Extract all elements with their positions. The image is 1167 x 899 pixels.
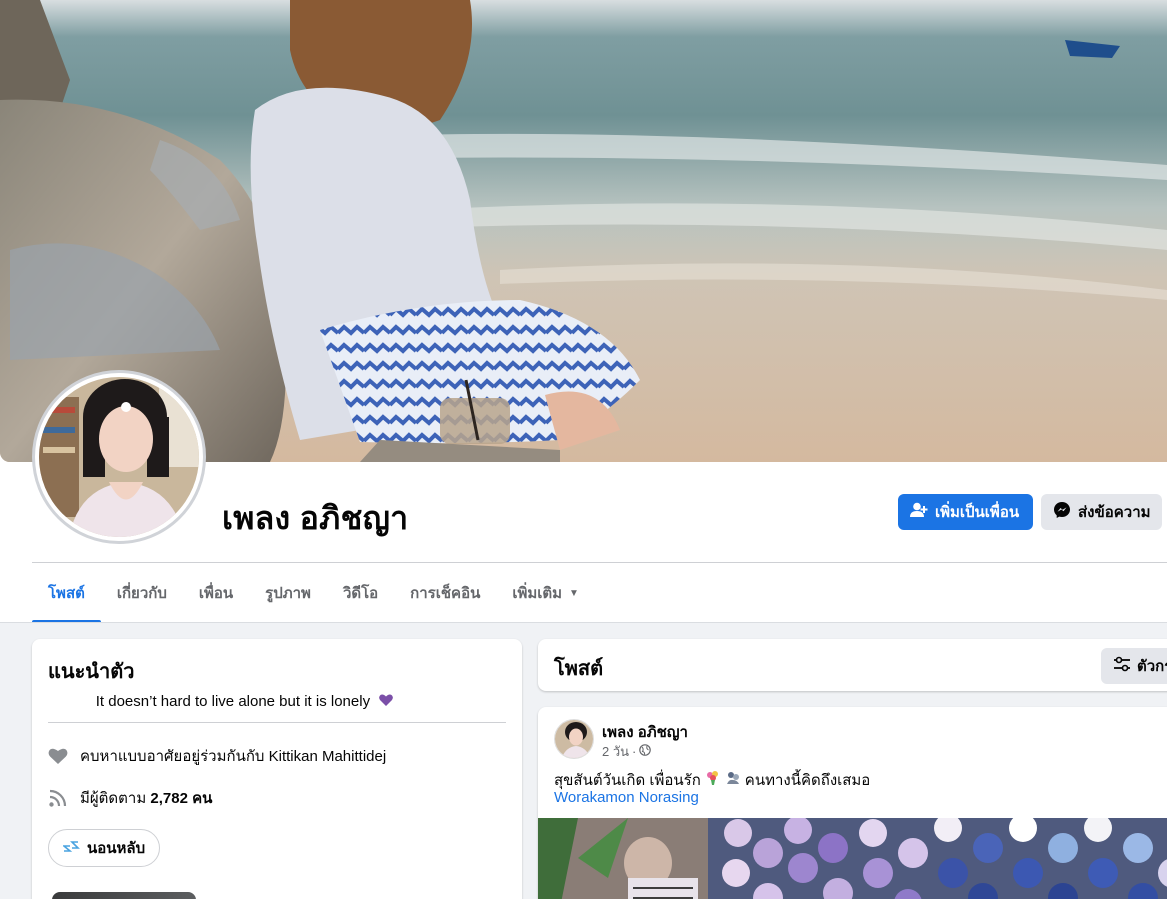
tab-label: เพื่อน [198,585,234,602]
tab-photos[interactable]: รูปภาพ [249,563,327,623]
bouquet-icon [705,770,721,790]
followers-prefix: มีผู้ติดตาม [80,790,147,807]
intro-bio: It doesn’t hard to live alone but it is … [16,692,474,712]
post-time[interactable]: 2 วัน [602,741,629,762]
followers-row: มีผู้ติดตาม 2,782 คน [48,786,212,810]
intro-divider [48,722,506,723]
profile-name: เพลง อภิชญา [222,500,409,536]
cloud-hug-icon [725,770,741,790]
status-pill[interactable]: นอนหลับ [48,829,161,867]
tab-label: การเช็คอิน [410,585,481,602]
post-author-avatar[interactable] [554,719,594,759]
meta-separator: · [632,744,637,759]
tab-videos[interactable]: วิดีโอ [327,563,394,623]
filter-label: ตัวกร [1137,658,1167,675]
relationship-row: คบหาแบบอาศัยอยู่ร่วมกันกับ Kittikan Mahi… [48,744,386,768]
tab-friends[interactable]: เพื่อน [183,563,249,623]
globe-icon[interactable] [639,744,652,759]
heart-icon [48,746,68,766]
featured-photo-thumbnail[interactable] [52,892,196,899]
caret-down-icon: ▼ [569,587,579,599]
rss-feed-icon [48,788,68,808]
add-friend-label: เพิ่มเป็นเพื่อน [935,504,1020,521]
messenger-icon [1053,501,1071,523]
followers-text: มีผู้ติดตาม 2,782 คน [80,786,212,810]
posts-section-title: โพสต์ [554,658,604,680]
tab-more[interactable]: เพิ่มเติม ▼ [496,563,595,623]
add-friend-button[interactable]: เพิ่มเป็นเพื่อน [898,494,1033,530]
add-friend-icon [910,502,928,522]
tab-label: รูปภาพ [265,585,311,602]
tab-about[interactable]: เกี่ยวกับ [101,563,183,623]
sleeping-icon [61,839,81,857]
message-label: ส่งข้อความ [1078,504,1151,521]
profile-photo [39,377,199,537]
followers-count-link[interactable]: 2,782 คน [150,790,212,807]
tab-label: โพสต์ [48,585,85,602]
tab-label: เพิ่มเติม [512,585,563,602]
post-text-part2: คนทางนี้คิดถึงเสมอ [744,772,871,789]
header-bottom-border [0,622,1167,623]
post-meta: 2 วัน · [602,741,652,762]
profile-avatar[interactable] [32,370,206,544]
tab-checkins[interactable]: การเช็คอิน [394,563,496,623]
posts-header-card: โพสต์ ตัวกร [538,639,1167,691]
bio-text: It doesn’t hard to live alone but it is … [95,692,371,710]
filter-button[interactable]: ตัวกร [1101,648,1167,684]
intro-title: แนะนำตัว [48,661,135,683]
tab-label: เกี่ยวกับ [116,585,167,602]
post-photo[interactable] [538,818,1167,899]
relationship-prefix: คบหาแบบอาศัยอยู่ร่วมกันกับ [80,748,265,765]
profile-tabs: โพสต์ เกี่ยวกับ เพื่อน รูปภาพ วิดีโอ การ… [32,563,595,623]
message-button[interactable]: ส่งข้อความ [1041,494,1162,530]
tab-posts[interactable]: โพสต์ [32,563,101,623]
tab-label: วิดีโอ [342,585,379,602]
relationship-text: คบหาแบบอาศัยอยู่ร่วมกันกับ Kittikan Mahi… [80,744,386,768]
post-card: เพลง อภิชญา 2 วัน · สุขสันต์วันเกิด เพื่… [538,707,1167,899]
relationship-partner-link[interactable]: Kittikan Mahittidej [269,748,387,765]
tagged-person-link[interactable]: Worakamon Norasing [554,789,699,806]
purple-heart-icon [378,692,394,712]
filter-sliders-icon [1113,656,1131,676]
status-label: นอนหลับ [87,840,146,857]
